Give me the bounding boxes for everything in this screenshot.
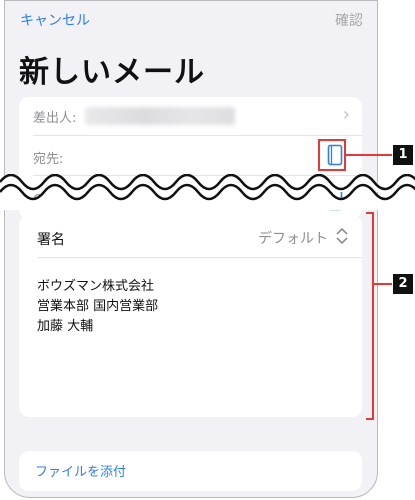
signature-select[interactable]: デフォルト (258, 228, 328, 248)
mail-compose-screen: キャンセル 確認 新しいメール 差出人: › 宛先: Cc: 署名 デフォルト (4, 0, 378, 498)
attach-file-button[interactable]: ファイルを添付 (35, 461, 126, 480)
cancel-button[interactable]: キャンセル (20, 10, 90, 30)
to-label: 宛先: (33, 152, 64, 167)
from-address-redacted (85, 107, 235, 125)
chevron-up-down-icon[interactable] (334, 227, 350, 245)
chevron-right-icon: › (342, 104, 350, 125)
from-row[interactable]: 差出人: › (33, 104, 350, 126)
callout-badge-2: 2 (393, 274, 413, 294)
section-break-wave (0, 174, 415, 210)
callout-badge-1: 1 (393, 145, 413, 165)
page-title: 新しいメール (19, 55, 205, 90)
attach-file-card[interactable]: ファイルを添付 (19, 451, 362, 491)
divider (37, 257, 362, 258)
signature-line[interactable]: ボウズマン株式会社 (37, 277, 154, 297)
signature-line[interactable]: 営業本部 国内営業部 (37, 297, 158, 317)
callout-highlight-box (318, 139, 346, 171)
callout-bracket (366, 212, 374, 420)
from-label: 差出人: (33, 111, 77, 126)
confirm-button[interactable]: 確認 (335, 10, 363, 30)
divider (33, 135, 362, 136)
callout-leader-line (346, 154, 392, 156)
signature-line[interactable]: 加藤 大輔 (37, 317, 93, 337)
signature-card: 署名 デフォルト ボウズマン株式会社 営業本部 国内営業部 加藤 大輔 (19, 215, 362, 417)
signature-label: 署名 (37, 232, 65, 248)
callout-leader-line (374, 283, 392, 285)
to-row[interactable]: 宛先: (33, 148, 350, 167)
